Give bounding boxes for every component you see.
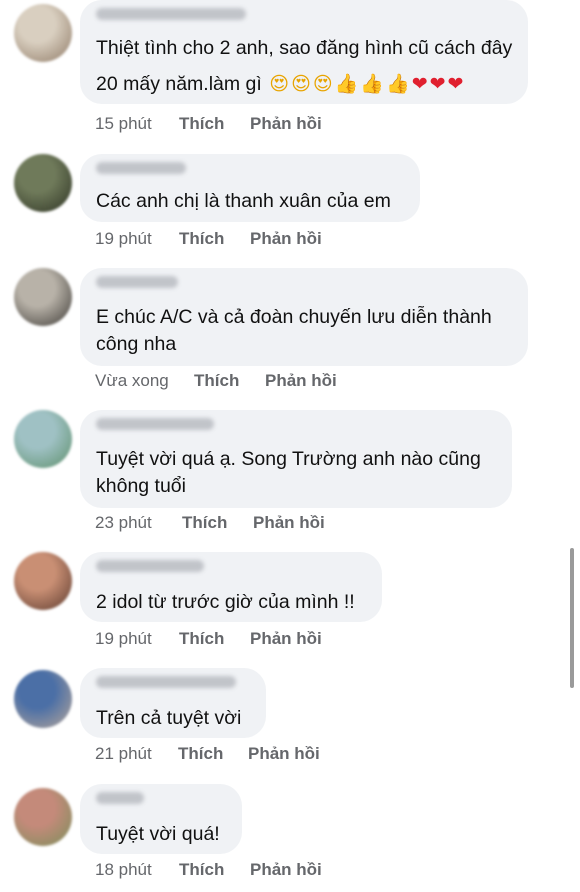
comment-bubble: 2 idol từ trước giờ của mình !! — [80, 552, 382, 622]
like-button[interactable]: Thích — [179, 229, 224, 249]
like-button[interactable]: Thích — [194, 371, 239, 391]
comment-text-line: E chúc A/C và cả đoàn chuyến lưu diễn th… — [96, 306, 492, 328]
avatar[interactable] — [14, 410, 72, 468]
timestamp[interactable]: 19 phút — [95, 629, 152, 649]
comment-text-line: không tuổi — [96, 475, 186, 497]
comment-bubble: Tuyệt vời quá! — [80, 784, 242, 854]
author-name[interactable] — [96, 8, 246, 20]
like-button[interactable]: Thích — [179, 114, 224, 134]
like-button[interactable]: Thích — [178, 744, 223, 764]
comment-text-line: 2 idol từ trước giờ của mình !! — [96, 591, 355, 613]
comment-bubble: Các anh chị là thanh xuân của em — [80, 154, 420, 222]
comment-text-line: Thiệt tình cho 2 anh, sao đăng hình cũ c… — [96, 37, 513, 59]
author-name[interactable] — [96, 792, 144, 804]
avatar[interactable] — [14, 154, 72, 212]
avatar[interactable] — [14, 552, 72, 610]
comment-text-line: Các anh chị là thanh xuân của em — [96, 190, 391, 212]
comment-bubble: Tuyệt vời quá ạ. Song Trường anh nào cũn… — [80, 410, 512, 508]
avatar[interactable] — [14, 4, 72, 62]
comment-text-line: 20 mấy năm.làm gì 😍 😍 😍 👍 👍 👍 ❤ ❤ ❤ — [96, 70, 463, 99]
timestamp[interactable]: 23 phút — [95, 513, 152, 533]
avatar[interactable] — [14, 670, 72, 728]
timestamp[interactable]: Vừa xong — [95, 371, 169, 391]
heart-eyes-emoji-icon: 😍 — [269, 74, 290, 95]
timestamp[interactable]: 21 phút — [95, 744, 152, 764]
timestamp[interactable]: 19 phút — [95, 229, 152, 249]
red-heart-emoji-icon: ❤ — [429, 74, 446, 95]
red-heart-emoji-icon: ❤ — [447, 74, 464, 95]
thumbs-up-emoji-icon: 👍 — [386, 74, 410, 95]
scrollbar[interactable] — [570, 548, 574, 688]
author-name[interactable] — [96, 276, 178, 288]
like-button[interactable]: Thích — [179, 629, 224, 649]
reply-button[interactable]: Phản hồi — [250, 629, 322, 649]
comment-bubble: Trên cả tuyệt vời — [80, 668, 266, 738]
comment-bubble: Thiệt tình cho 2 anh, sao đăng hình cũ c… — [80, 0, 528, 104]
emoji-row: 😍 😍 😍 👍 👍 👍 ❤ ❤ ❤ — [267, 73, 463, 95]
comment-text-line: công nha — [96, 333, 177, 355]
thumbs-up-emoji-icon: 👍 — [360, 74, 385, 95]
reply-button[interactable]: Phản hồi — [253, 513, 325, 533]
avatar[interactable] — [14, 268, 72, 326]
timestamp[interactable]: 18 phút — [95, 860, 152, 880]
reply-button[interactable]: Phản hồi — [250, 114, 322, 134]
reply-button[interactable]: Phản hồi — [250, 229, 322, 249]
reply-button[interactable]: Phản hồi — [248, 744, 320, 764]
heart-eyes-emoji-icon: 😍 — [312, 74, 333, 95]
like-button[interactable]: Thích — [182, 513, 227, 533]
reply-button[interactable]: Phản hồi — [250, 860, 322, 880]
reply-button[interactable]: Phản hồi — [265, 371, 337, 391]
timestamp[interactable]: 15 phút — [95, 114, 152, 134]
comment-text-line: Trên cả tuyệt vời — [96, 707, 242, 729]
author-name[interactable] — [96, 676, 236, 688]
like-button[interactable]: Thích — [179, 860, 224, 880]
comment-text-line: Tuyệt vời quá! — [96, 823, 220, 845]
author-name[interactable] — [96, 418, 214, 430]
author-name[interactable] — [96, 162, 186, 174]
heart-eyes-emoji-icon: 😍 — [291, 74, 311, 95]
thumbs-up-emoji-icon: 👍 — [334, 74, 359, 95]
red-heart-emoji-icon: ❤ — [411, 74, 428, 95]
author-name[interactable] — [96, 560, 204, 572]
avatar[interactable] — [14, 788, 72, 846]
comment-text: 20 mấy năm.làm gì — [96, 73, 262, 95]
comment-bubble: E chúc A/C và cả đoàn chuyến lưu diễn th… — [80, 268, 528, 366]
comment-text-line: Tuyệt vời quá ạ. Song Trường anh nào cũn… — [96, 448, 481, 470]
